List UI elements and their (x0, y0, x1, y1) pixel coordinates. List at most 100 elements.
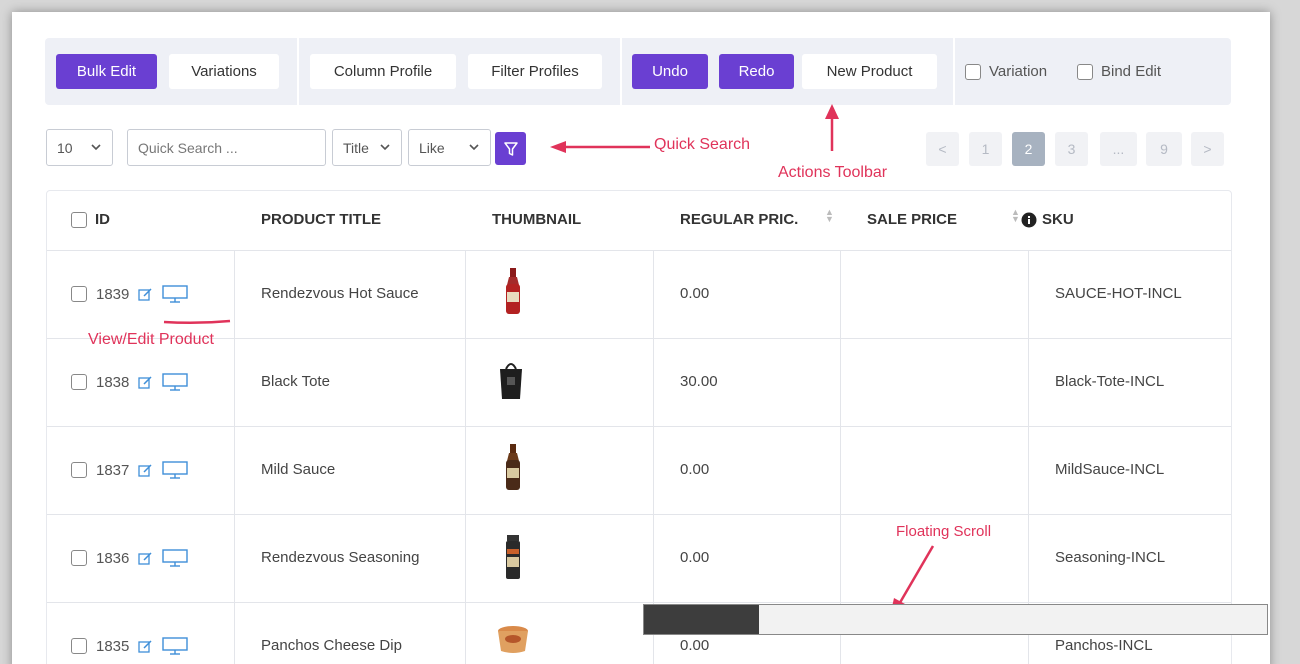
filter-icon (503, 141, 518, 156)
row-title[interactable]: Panchos Cheese Dip (261, 637, 402, 654)
new-product-button[interactable]: New Product (802, 54, 937, 89)
sort-icon[interactable]: ▲ ▼ (825, 208, 834, 224)
chevron-down-icon (91, 144, 101, 151)
page-size-select[interactable]: 10 (46, 129, 113, 166)
column-header-regular-price[interactable]: REGULAR PRIC. (680, 211, 798, 228)
row-checkbox[interactable] (71, 374, 87, 390)
products-table: ID PRODUCT TITLE THUMBNAIL REGULAR PRIC.… (46, 190, 1232, 664)
column-header-sku[interactable]: SKU (1021, 211, 1074, 228)
undo-button[interactable]: Undo (632, 54, 708, 89)
quick-search-input[interactable] (127, 129, 326, 166)
variations-button[interactable]: Variations (169, 54, 279, 89)
row-checkbox[interactable] (71, 462, 87, 478)
table-row: 1838 Black Tote 30.00 Black-Tote-INCL (47, 339, 1231, 427)
row-regular-price[interactable]: 0.00 (680, 461, 709, 478)
filter-button[interactable] (495, 132, 526, 165)
row-id: 1836 (96, 549, 130, 567)
page-size-value: 10 (57, 139, 73, 156)
row-sku[interactable]: SAUCE-HOT-INCL (1055, 285, 1182, 302)
table-row: 1837 Mild Sauce 0.00 MildSauce-INCL (47, 427, 1231, 515)
edit-icon[interactable] (138, 375, 153, 390)
toolbar-divider (297, 38, 299, 105)
bind-edit-toggle[interactable]: Bind Edit (1077, 63, 1161, 80)
edit-icon[interactable] (138, 639, 153, 654)
row-regular-price[interactable]: 0.00 (680, 549, 709, 566)
row-checkbox[interactable] (71, 550, 87, 566)
floating-scroll-annotation: Floating Scroll (896, 523, 992, 540)
row-title[interactable]: Rendezvous Seasoning (261, 549, 419, 566)
search-operator-select[interactable]: Like (408, 129, 491, 166)
view-edit-product-annotation: View/Edit Product (88, 331, 214, 348)
bulk-edit-button[interactable]: Bulk Edit (56, 54, 157, 89)
row-id-cell: 1837 (71, 461, 189, 479)
tote-bag-icon[interactable] (497, 361, 525, 406)
app-window: Bulk Edit Variations Column Profile Filt… (12, 12, 1270, 664)
seasoning-jar-icon[interactable] (502, 535, 524, 586)
pagination-page-3[interactable]: 3 (1055, 132, 1088, 166)
view-product-icon[interactable] (162, 285, 189, 303)
sort-icon[interactable]: ▲ ▼ (1011, 208, 1020, 224)
filter-profiles-button[interactable]: Filter Profiles (468, 54, 602, 89)
column-id-label: ID (95, 211, 110, 228)
quick-search-annotation: Quick Search (654, 136, 751, 153)
table-header: ID PRODUCT TITLE THUMBNAIL REGULAR PRIC.… (47, 191, 1231, 251)
pagination-page-2[interactable]: 2 (1012, 132, 1045, 166)
pagination-ellipsis: ... (1100, 132, 1137, 166)
pagination-page-9[interactable]: 9 (1146, 132, 1182, 166)
row-title[interactable]: Black Tote (261, 373, 330, 390)
row-id: 1835 (96, 637, 130, 655)
row-id-cell: 1839 (71, 285, 189, 303)
floating-scrollbar[interactable] (643, 604, 1268, 635)
row-id-cell: 1838 (71, 373, 189, 391)
row-checkbox[interactable] (71, 638, 87, 654)
info-icon[interactable] (1021, 212, 1037, 228)
pagination-prev[interactable]: < (926, 132, 959, 166)
edit-icon[interactable] (138, 287, 153, 302)
view-product-icon[interactable] (162, 373, 189, 391)
pagination-page-1[interactable]: 1 (969, 132, 1002, 166)
sauce-bottle-icon[interactable] (500, 444, 526, 499)
row-regular-price[interactable]: 0.00 (680, 637, 709, 654)
row-checkbox[interactable] (71, 286, 87, 302)
row-sku[interactable]: Panchos-INCL (1055, 637, 1153, 654)
row-title[interactable]: Mild Sauce (261, 461, 335, 478)
toolbar-divider (620, 38, 622, 105)
bind-edit-checkbox[interactable] (1077, 63, 1093, 80)
edit-icon[interactable] (138, 551, 153, 566)
view-product-icon[interactable] (162, 461, 189, 479)
row-regular-price[interactable]: 30.00 (680, 373, 718, 390)
row-sku[interactable]: MildSauce-INCL (1055, 461, 1164, 478)
view-product-icon[interactable] (162, 549, 189, 567)
column-header-thumbnail[interactable]: THUMBNAIL (492, 211, 581, 228)
row-sku[interactable]: Seasoning-INCL (1055, 549, 1165, 566)
variation-toggle[interactable]: Variation (965, 63, 1047, 80)
table-row: 1836 Rendezvous Seasoning 0.00 Seasoning… (47, 515, 1231, 603)
pagination-next[interactable]: > (1191, 132, 1224, 166)
chevron-down-icon (469, 144, 479, 151)
view-product-icon[interactable] (162, 637, 189, 655)
search-field-value: Title (343, 139, 369, 156)
actions-toolbar: Bulk Edit Variations Column Profile Filt… (45, 38, 1231, 105)
select-all-checkbox[interactable] (71, 211, 87, 228)
row-title[interactable]: Rendezvous Hot Sauce (261, 285, 419, 302)
redo-button[interactable]: Redo (719, 54, 794, 89)
column-profile-button[interactable]: Column Profile (310, 54, 456, 89)
table-row: 1839 Rendezvous Hot Sauce 0.00 SAUCE-HOT… (47, 251, 1231, 339)
scrollbar-thumb[interactable] (644, 605, 759, 634)
row-id: 1839 (96, 285, 130, 303)
hot-sauce-bottle-icon[interactable] (500, 268, 526, 323)
column-header-id[interactable]: ID (71, 211, 110, 228)
row-sku[interactable]: Black-Tote-INCL (1055, 373, 1164, 390)
row-id-cell: 1835 (71, 637, 189, 655)
search-field-select[interactable]: Title (332, 129, 402, 166)
row-id-cell: 1836 (71, 549, 189, 567)
chevron-down-icon (380, 144, 390, 151)
column-header-title[interactable]: PRODUCT TITLE (261, 211, 381, 228)
variation-checkbox[interactable] (965, 63, 981, 80)
edit-icon[interactable] (138, 463, 153, 478)
cheese-dip-tub-icon[interactable] (496, 625, 530, 660)
toolbar-divider (953, 38, 955, 105)
row-regular-price[interactable]: 0.00 (680, 285, 709, 302)
actions-toolbar-annotation: Actions Toolbar (778, 164, 888, 181)
column-header-sale-price[interactable]: SALE PRICE (867, 211, 957, 228)
